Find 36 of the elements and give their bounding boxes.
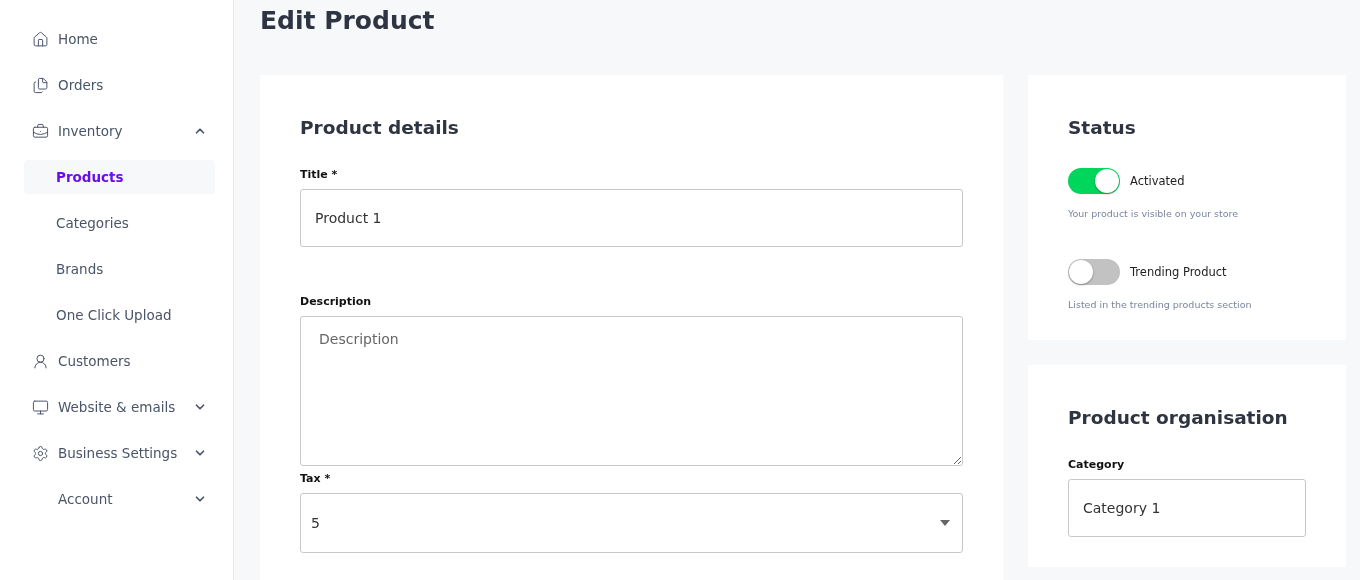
sidebar-item[interactable]: Categories xyxy=(24,206,215,240)
section-heading: Status xyxy=(1068,117,1137,138)
toggle-hint: Listed in the trending products section xyxy=(1068,299,1253,310)
text-field[interactable]: Category 1 xyxy=(1068,479,1306,537)
home-icon xyxy=(32,30,49,48)
toggle-switch[interactable] xyxy=(1068,168,1120,194)
field-label: Description xyxy=(300,295,373,308)
field-label: Title * xyxy=(300,168,339,181)
files-icon xyxy=(32,76,49,94)
section-heading: Product details xyxy=(300,117,460,138)
sidebar-item[interactable]: Brands xyxy=(24,252,215,286)
sidebar-item[interactable]: Home xyxy=(24,22,215,56)
sidebar-item[interactable]: Business Settings xyxy=(24,436,215,470)
briefcase-icon xyxy=(32,122,49,140)
text-field[interactable]: Product 1 xyxy=(300,189,963,247)
toggle-switch[interactable] xyxy=(1068,259,1120,285)
toggle-label: Trending Product xyxy=(1130,265,1227,279)
sidebar-item[interactable]: Account xyxy=(24,482,215,516)
field-label: Tax * xyxy=(300,472,332,485)
settings-icon xyxy=(32,444,49,462)
sidebar-item[interactable]: Inventory xyxy=(24,114,215,148)
sidebar-item[interactable]: One Click Upload xyxy=(24,298,215,332)
monitor-icon xyxy=(32,398,49,416)
toggle-hint: Your product is visible on your store xyxy=(1068,208,1240,219)
section-heading: Product organisation xyxy=(1068,407,1289,428)
description-field[interactable]: Description xyxy=(300,316,963,466)
tax-dropdown[interactable]: 5 xyxy=(300,493,963,553)
field-label: Category xyxy=(1068,458,1126,471)
person-icon xyxy=(32,352,49,370)
page-title: Edit Product xyxy=(260,6,436,35)
sidebar-item[interactable]: Customers xyxy=(24,344,215,378)
caret-icon xyxy=(940,520,950,526)
sidebar-item[interactable]: Products xyxy=(24,160,215,194)
sidebar-item[interactable]: Orders xyxy=(24,68,215,102)
sidebar-item[interactable]: Website & emails xyxy=(24,390,215,424)
toggle-label: Activated xyxy=(1130,174,1185,188)
